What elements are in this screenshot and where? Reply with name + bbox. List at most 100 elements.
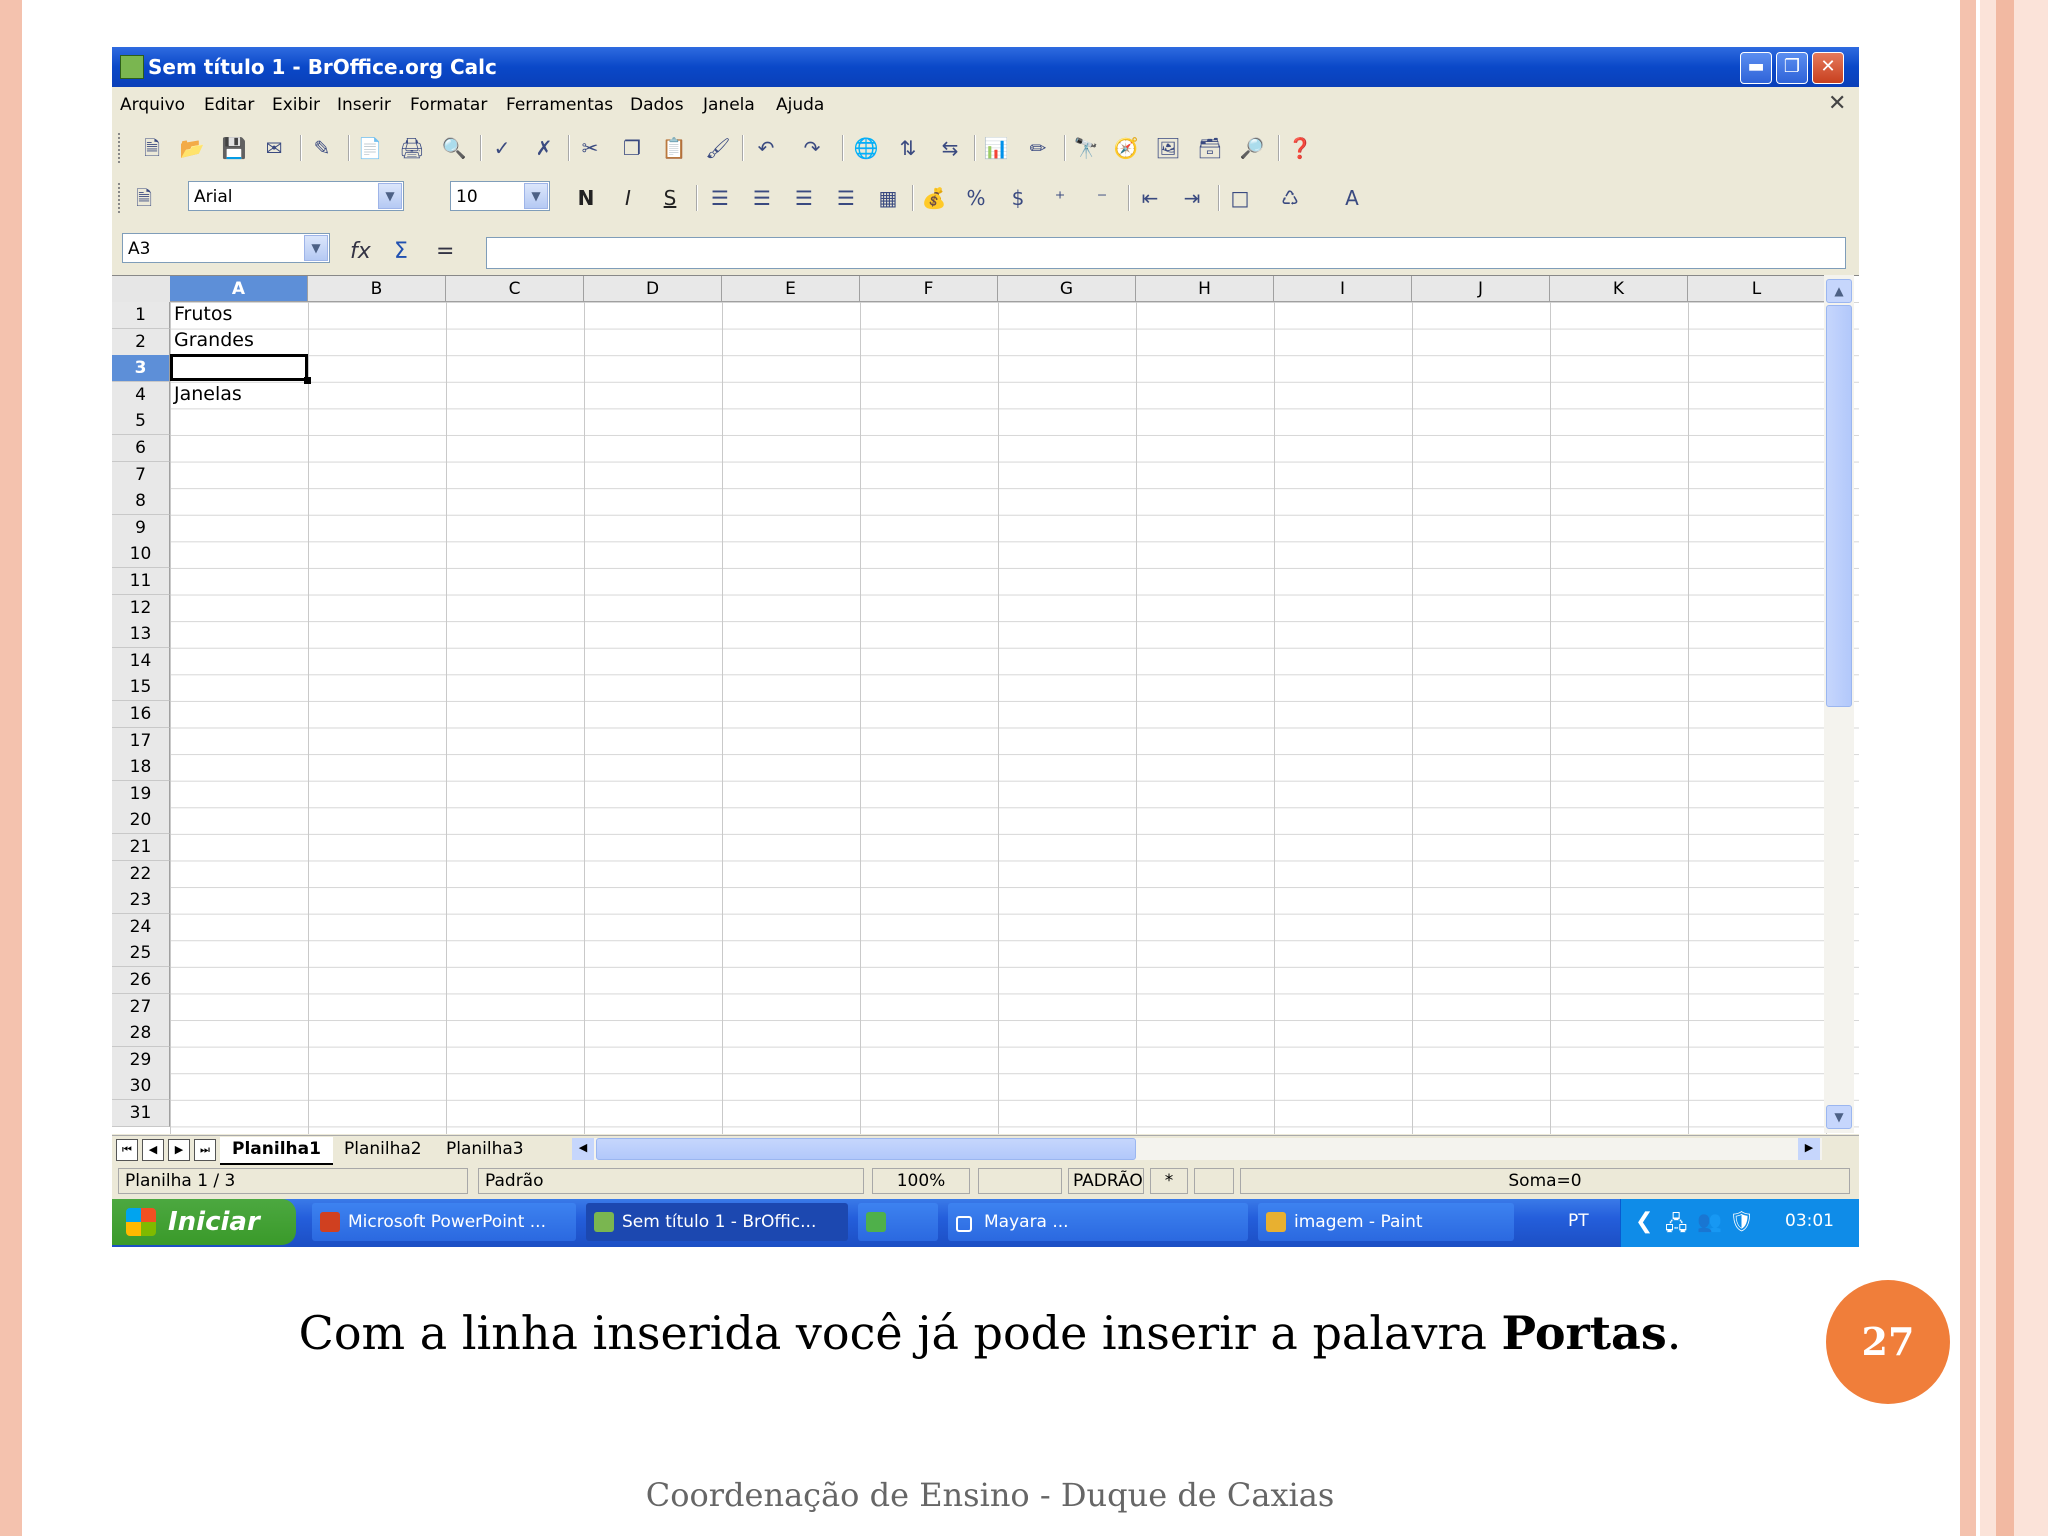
task-paint[interactable]: imagem - Paint xyxy=(1258,1203,1514,1241)
help-icon[interactable]: ❓ xyxy=(1286,134,1314,162)
column-header-k[interactable]: K xyxy=(1550,276,1688,302)
redo-icon[interactable]: ↷ xyxy=(798,134,826,162)
scroll-left-icon[interactable]: ◀ xyxy=(572,1138,594,1160)
paste-icon[interactable]: 📋 xyxy=(660,134,688,162)
spellcheck-icon[interactable]: ✓ xyxy=(488,134,516,162)
cell-a4[interactable]: Janelas xyxy=(174,383,242,405)
first-sheet-icon[interactable]: ⏮ xyxy=(116,1139,138,1161)
horizontal-scroll-thumb[interactable] xyxy=(596,1138,1136,1160)
toolbar-grip[interactable] xyxy=(118,183,124,213)
column-header-c[interactable]: C xyxy=(446,276,584,302)
sheet-tab-planilha2[interactable]: Planilha2 xyxy=(332,1137,434,1163)
column-header-d[interactable]: D xyxy=(584,276,722,302)
standard-number-icon[interactable]: $ xyxy=(1004,184,1032,212)
row-header-11[interactable]: 11 xyxy=(112,568,170,595)
menu-formatar[interactable]: Formatar xyxy=(410,95,487,115)
print-icon[interactable]: 🖨 xyxy=(398,134,426,162)
row-header-13[interactable]: 13 xyxy=(112,621,170,649)
restore-button[interactable]: ❐ xyxy=(1776,52,1808,84)
row-header-8[interactable]: 8 xyxy=(112,488,170,516)
vertical-scroll-thumb[interactable] xyxy=(1826,305,1852,707)
column-header-b[interactable]: B xyxy=(308,276,446,302)
scroll-down-icon[interactable]: ▼ xyxy=(1826,1105,1852,1129)
italic-button[interactable]: I xyxy=(614,184,642,212)
select-all-corner[interactable] xyxy=(112,276,171,303)
merge-cells-icon[interactable]: ▦ xyxy=(874,184,902,212)
delete-decimal-icon[interactable]: ⁻ xyxy=(1088,184,1116,212)
row-header-20[interactable]: 20 xyxy=(112,807,170,835)
row-header-28[interactable]: 28 xyxy=(112,1020,170,1048)
justify-icon[interactable]: ☰ xyxy=(832,184,860,212)
row-header-4[interactable]: 4 xyxy=(112,381,170,409)
row-header-16[interactable]: 16 xyxy=(112,701,170,728)
function-wizard-icon[interactable]: fx xyxy=(350,239,371,264)
column-header-l[interactable]: L xyxy=(1688,276,1826,302)
cell-grid[interactable] xyxy=(170,302,1859,1134)
column-header-a[interactable]: A xyxy=(170,276,308,302)
copy-icon[interactable]: ❐ xyxy=(618,134,646,162)
background-color-icon[interactable]: ♺ xyxy=(1276,184,1304,212)
menu-janela[interactable]: Janela xyxy=(703,95,755,115)
row-header-29[interactable]: 29 xyxy=(112,1046,170,1074)
align-left-icon[interactable]: ☰ xyxy=(706,184,734,212)
print-preview-icon[interactable]: 🔍 xyxy=(440,134,468,162)
menu-exibir[interactable]: Exibir xyxy=(272,95,320,115)
hyperlink-icon[interactable]: 🌐 xyxy=(852,134,880,162)
row-header-7[interactable]: 7 xyxy=(112,461,170,489)
row-header-17[interactable]: 17 xyxy=(112,727,170,755)
undo-icon[interactable]: ↶ xyxy=(752,134,780,162)
status-zoom[interactable]: 100% xyxy=(872,1168,970,1194)
row-header-6[interactable]: 6 xyxy=(112,435,170,462)
row-header-15[interactable]: 15 xyxy=(112,674,170,702)
menu-dados[interactable]: Dados xyxy=(630,95,684,115)
increase-indent-icon[interactable]: ⇥ xyxy=(1178,184,1206,212)
task-powerpoint[interactable]: Microsoft PowerPoint ... xyxy=(312,1203,576,1241)
row-header-12[interactable]: 12 xyxy=(112,594,170,622)
chart-icon[interactable]: 📊 xyxy=(982,134,1010,162)
status-sum[interactable]: Soma=0 xyxy=(1240,1168,1850,1194)
row-header-3[interactable]: 3 xyxy=(112,355,170,383)
sum-icon[interactable]: Σ xyxy=(394,239,408,264)
styles-icon[interactable]: 🗎 xyxy=(130,184,158,212)
autospellcheck-icon[interactable]: ✗ xyxy=(530,134,558,162)
align-right-icon[interactable]: ☰ xyxy=(790,184,818,212)
row-header-21[interactable]: 21 xyxy=(112,834,170,861)
sheet-tab-planilha3[interactable]: Planilha3 xyxy=(434,1137,536,1163)
row-header-19[interactable]: 19 xyxy=(112,780,170,808)
row-header-9[interactable]: 9 xyxy=(112,514,170,542)
draw-functions-icon[interactable]: ✏ xyxy=(1024,134,1052,162)
menu-arquivo[interactable]: Arquivo xyxy=(120,95,185,115)
close-button[interactable]: ✕ xyxy=(1812,52,1844,84)
row-header-2[interactable]: 2 xyxy=(112,328,170,356)
clock[interactable]: 03:01 xyxy=(1785,1211,1834,1231)
row-header-27[interactable]: 27 xyxy=(112,993,170,1021)
task-messenger[interactable] xyxy=(858,1203,938,1241)
bold-button[interactable]: N xyxy=(572,184,600,212)
borders-icon[interactable]: □ xyxy=(1226,184,1254,212)
row-header-30[interactable]: 30 xyxy=(112,1073,170,1101)
row-header-10[interactable]: 10 xyxy=(112,541,170,569)
network-icon[interactable]: 🖧 xyxy=(1665,1209,1687,1243)
status-insert-mode[interactable]: PADRÃO xyxy=(1068,1168,1144,1194)
gallery-icon[interactable]: 🖼 xyxy=(1154,134,1182,162)
zoom-icon[interactable]: 🔎 xyxy=(1238,134,1266,162)
fill-handle[interactable] xyxy=(304,377,311,384)
toolbar-grip[interactable] xyxy=(118,133,124,163)
chevron-down-icon[interactable]: ▼ xyxy=(378,183,402,209)
chevron-down-icon[interactable]: ▼ xyxy=(304,235,328,261)
row-header-14[interactable]: 14 xyxy=(112,647,170,675)
save-icon[interactable]: 💾 xyxy=(220,134,248,162)
selected-cell-a3[interactable] xyxy=(170,354,308,381)
scroll-right-icon[interactable]: ▶ xyxy=(1798,1138,1820,1160)
vertical-scrollbar[interactable]: ▲ ▼ xyxy=(1824,275,1854,1133)
column-header-h[interactable]: H xyxy=(1136,276,1274,302)
font-size-select[interactable]: 10 ▼ xyxy=(450,181,550,211)
language-indicator[interactable]: PT xyxy=(1568,1211,1589,1231)
tray-expand-icon[interactable]: ❮ xyxy=(1635,1209,1653,1234)
font-color-icon[interactable]: A xyxy=(1338,184,1366,212)
decrease-indent-icon[interactable]: ⇤ xyxy=(1136,184,1164,212)
format-paintbrush-icon[interactable]: 🖌 xyxy=(704,134,732,162)
minimize-button[interactable]: ▬ xyxy=(1740,52,1772,84)
menu-ferramentas[interactable]: Ferramentas xyxy=(506,95,613,115)
new-document-icon[interactable]: 🗎 xyxy=(138,134,166,162)
